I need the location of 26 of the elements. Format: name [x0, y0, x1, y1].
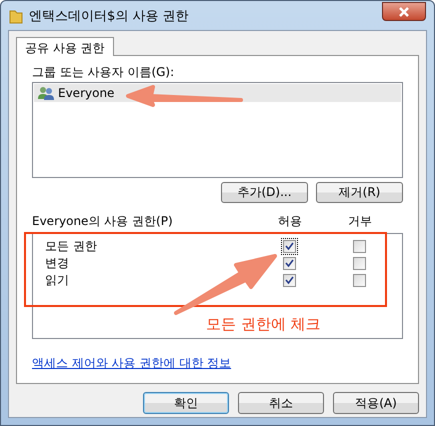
- tab[interactable]: 공유 사용 권한: [16, 37, 114, 56]
- user-name: Everyone: [58, 86, 114, 100]
- permissions-label: Everyone의 사용 권한(P): [32, 212, 174, 230]
- permission-name: 변경: [44, 255, 70, 272]
- column-header: 거부: [347, 212, 373, 230]
- users-icon: [38, 86, 54, 100]
- permission-name: 읽기: [44, 272, 70, 289]
- allow-checkbox[interactable]: [282, 257, 296, 270]
- dialog-button[interactable]: 확인: [143, 392, 229, 414]
- close-button[interactable]: [382, 2, 426, 21]
- window-title: 엔택스데이터$의 사용 권한: [29, 8, 189, 24]
- deny-checkbox[interactable]: [352, 240, 366, 253]
- deny-checkbox[interactable]: [352, 257, 366, 270]
- group-label: 그룹 또는 사용자 이름(G):: [32, 64, 176, 81]
- dialog-button[interactable]: 취소: [238, 392, 324, 414]
- permission-name: 모든 권한: [44, 238, 98, 255]
- dialog-button[interactable]: 추가(D)...: [221, 182, 308, 203]
- dialog-button[interactable]: 적용(A): [333, 392, 419, 414]
- close-icon: [397, 6, 411, 18]
- deny-checkbox[interactable]: [352, 274, 366, 287]
- dialog-button[interactable]: 제거(R): [316, 182, 403, 203]
- info-link[interactable]: 액세스 제어와 사용 권한에 대한 정보: [32, 355, 232, 372]
- allow-checkbox[interactable]: [282, 274, 296, 287]
- column-header: 허용: [277, 212, 303, 230]
- annotation-text: 모든 권한에 체크: [206, 315, 321, 334]
- folder-icon: [9, 8, 23, 24]
